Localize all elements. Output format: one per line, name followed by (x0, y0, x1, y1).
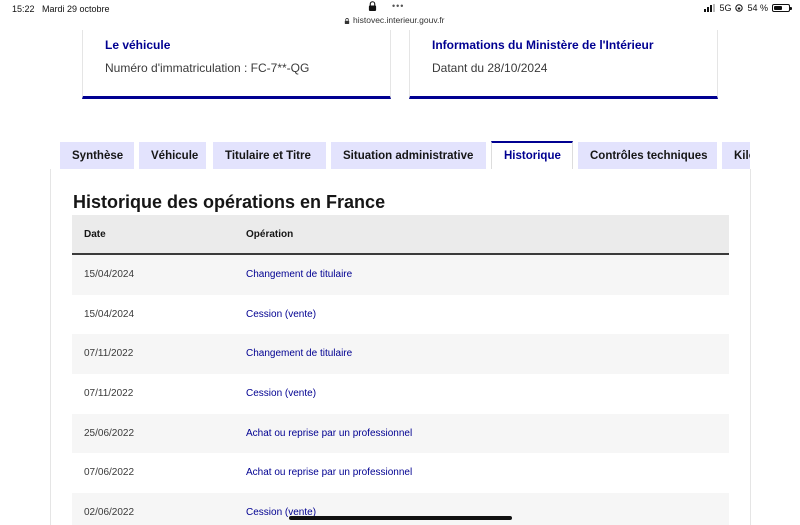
registration-number: Numéro d'immatriculation : FC-7**-QG (105, 61, 310, 75)
status-time: 15:22 (12, 4, 35, 14)
tab-historique[interactable]: Historique (491, 141, 573, 170)
row-date: 15/04/2024 (84, 308, 135, 320)
battery-percent: 54 % (747, 3, 768, 13)
row-date: 07/11/2022 (84, 348, 134, 360)
row-date: 25/06/2022 (84, 427, 135, 439)
history-panel: Historique des opérations en France Date… (50, 169, 751, 525)
section-title: Historique des opérations en France (73, 192, 386, 212)
column-header-operation: Opération (246, 229, 294, 240)
tab-kilometrage[interactable]: Kilométrage (722, 142, 750, 170)
status-bar: 15:22 Mardi 29 octobre ••• histovec.inte… (0, 0, 800, 30)
row-date: 07/11/2022 (84, 388, 134, 400)
row-operation-link[interactable]: Achat ou reprise par un professionnel (246, 467, 412, 478)
vehicle-card: Le véhicule Numéro d'immatriculation : F… (82, 30, 391, 99)
ministry-card-title: Informations du Ministère de l'Intérieur (432, 38, 654, 52)
table-row: 07/11/2022 Changement de titulaire (72, 334, 729, 375)
table-header: Date Opération (72, 215, 729, 255)
lock-icon (368, 1, 377, 11)
more-dots-icon[interactable]: ••• (392, 1, 404, 11)
tab-situation-administrative[interactable]: Situation administrative (331, 142, 486, 170)
row-operation-link[interactable]: Cession (vente) (246, 309, 316, 320)
row-date: 07/06/2022 (84, 467, 135, 479)
table-row: 15/04/2024 Changement de titulaire (72, 255, 729, 295)
table-row: 15/04/2024 Cession (vente) (72, 294, 729, 335)
row-operation-link[interactable]: Changement de titulaire (246, 269, 352, 280)
row-operation-link[interactable]: Achat ou reprise par un professionnel (246, 428, 412, 439)
network-label: 5G (719, 3, 732, 13)
url-lock-icon (344, 18, 350, 24)
table-row: 25/06/2022 Achat ou reprise par un profe… (72, 413, 729, 454)
vehicle-card-title: Le véhicule (105, 38, 171, 52)
row-operation-link[interactable]: Changement de titulaire (246, 348, 352, 359)
column-header-date: Date (84, 229, 106, 240)
url-text: histovec.interieur.gouv.fr (353, 15, 445, 25)
history-table: Date Opération 15/04/2024 Changement de … (72, 215, 729, 525)
tab-bar: Synthèse Véhicule Titulaire et Titre Sit… (60, 141, 750, 170)
table-row: 02/06/2022 Cession (vente) (72, 493, 729, 525)
data-date: Datant du 28/10/2024 (432, 61, 548, 75)
signal-icon (704, 4, 716, 12)
orientation-lock-icon (735, 4, 744, 12)
address-bar[interactable]: histovec.interieur.gouv.fr (344, 15, 445, 25)
status-date: Mardi 29 octobre (42, 4, 110, 14)
battery-icon (772, 4, 792, 12)
row-date: 02/06/2022 (84, 507, 135, 519)
row-date: 15/04/2024 (84, 269, 135, 280)
row-operation-link[interactable]: Cession (vente) (246, 388, 316, 399)
ministry-info-card: Informations du Ministère de l'Intérieur… (409, 30, 718, 99)
status-indicators: 5G 54 % (704, 3, 792, 13)
home-indicator[interactable] (289, 516, 512, 520)
table-row: 07/11/2022 Cession (vente) (72, 374, 729, 414)
tab-titulaire[interactable]: Titulaire et Titre (213, 142, 326, 170)
table-row: 07/06/2022 Achat ou reprise par un profe… (72, 453, 729, 494)
tab-vehicule[interactable]: Véhicule (139, 142, 206, 170)
tab-synthese[interactable]: Synthèse (60, 142, 134, 170)
tab-controles-techniques[interactable]: Contrôles techniques (578, 142, 717, 170)
